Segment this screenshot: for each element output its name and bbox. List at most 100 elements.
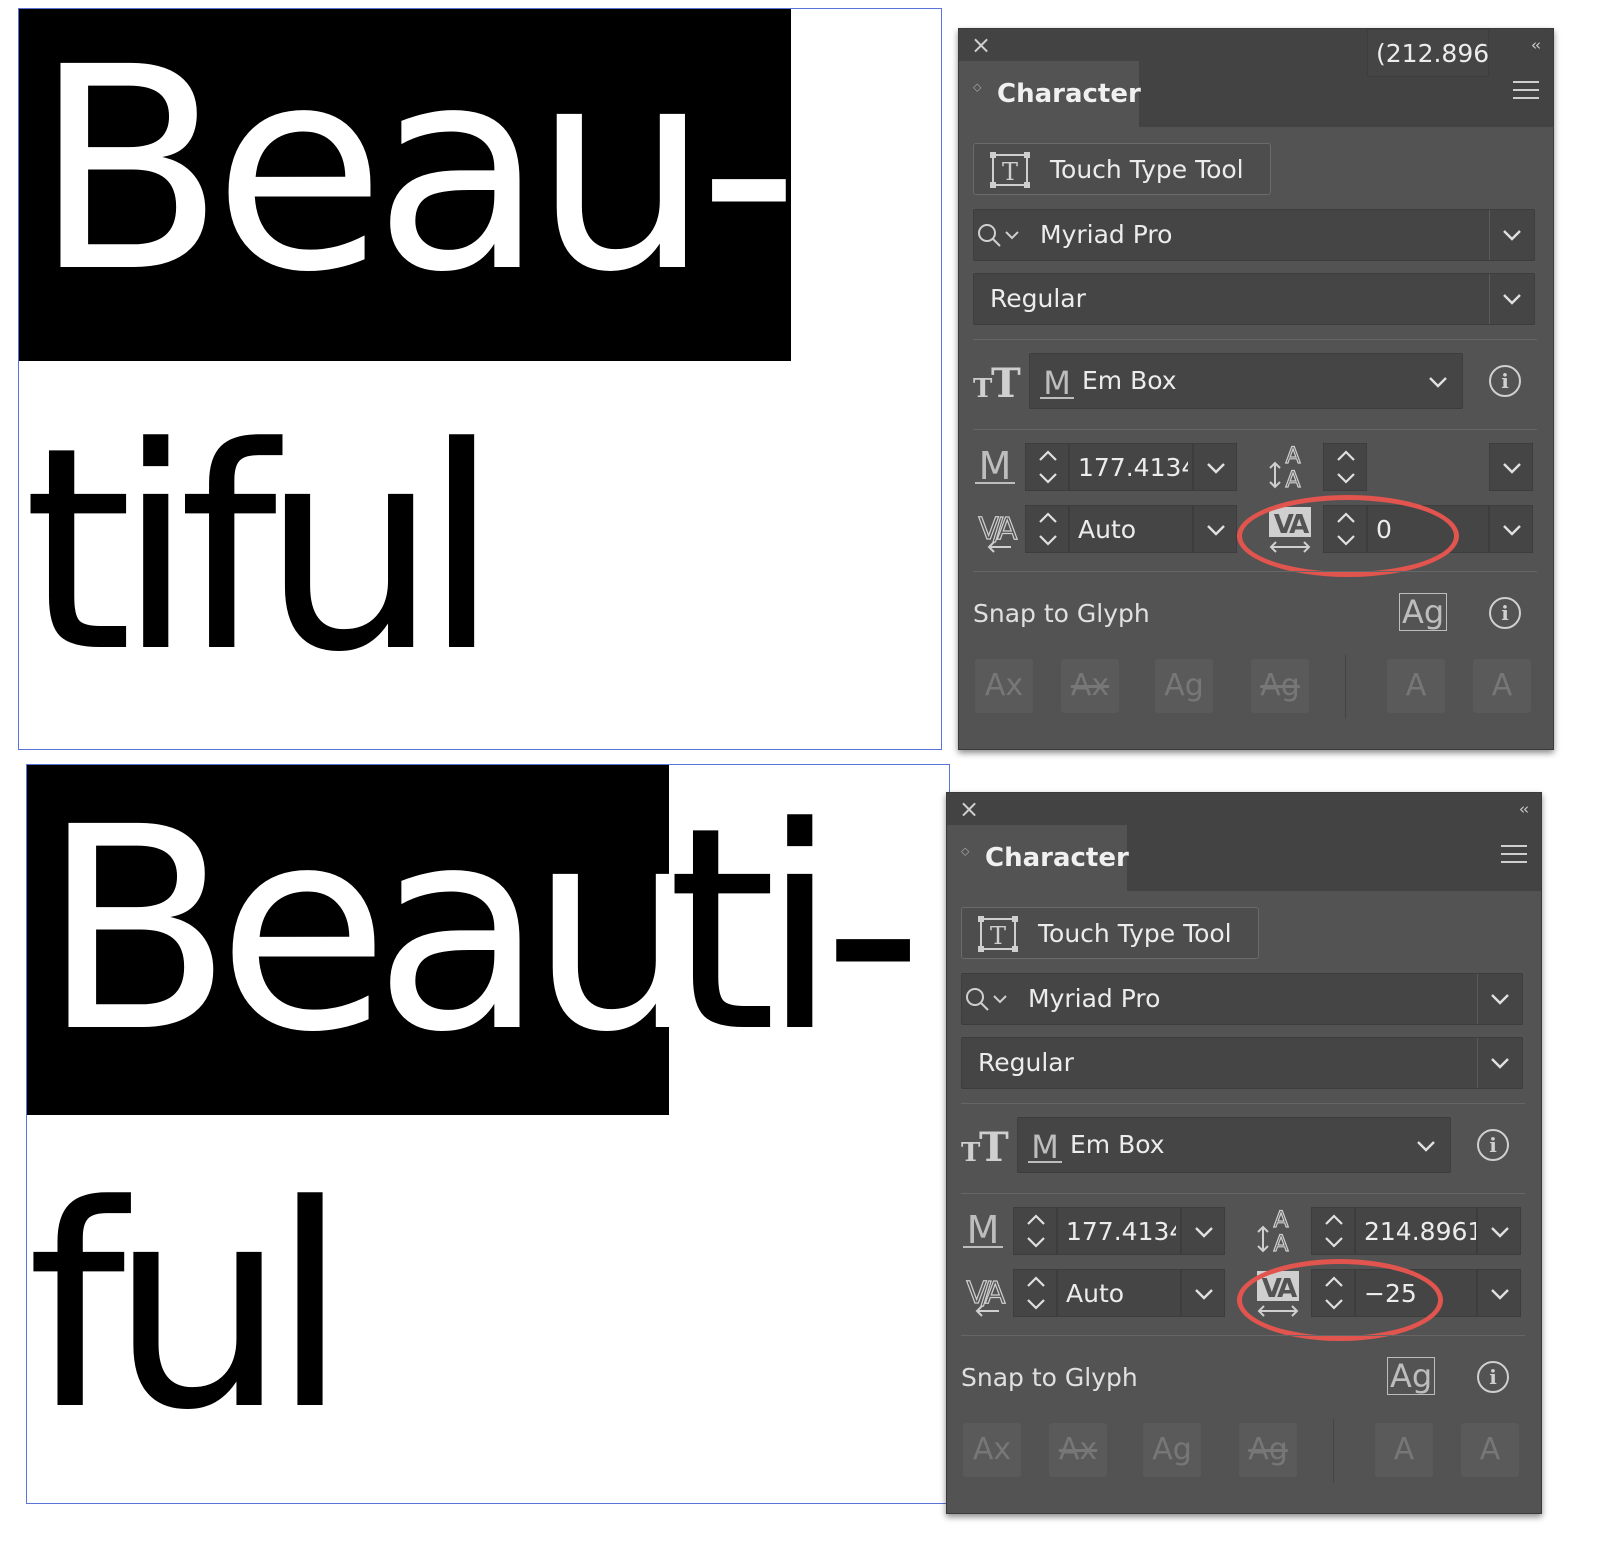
divider [973, 429, 1537, 430]
alignment-value: Em Box [1070, 1130, 1165, 1159]
kerning-stepper[interactable] [1013, 1269, 1057, 1317]
svg-text:T: T [961, 1138, 981, 1165]
stepper-down-icon [1027, 1299, 1045, 1310]
info-icon[interactable]: i [1477, 1129, 1509, 1161]
chevron-down-icon [1195, 1289, 1213, 1300]
em-box-icon: M [1028, 1128, 1062, 1164]
collapse-icon[interactable]: ‹‹ [1519, 793, 1529, 825]
glyph-bounds-button[interactable]: Ag [1155, 659, 1213, 713]
baseline-glyph-button[interactable]: Ax [963, 1423, 1021, 1477]
tracking-dropdown[interactable] [1489, 505, 1533, 553]
leading-dropdown[interactable] [1477, 1207, 1521, 1255]
font-size-stepper[interactable] [1013, 1207, 1057, 1255]
font-family-dropdown[interactable] [1477, 974, 1522, 1024]
text-line-1-rest[interactable]: ti- [667, 791, 924, 1071]
kerning-input[interactable]: Auto [1057, 1269, 1181, 1317]
close-icon[interactable]: × [971, 29, 999, 61]
info-icon[interactable]: i [1477, 1361, 1509, 1393]
tab-arrows-icon: ⬦ [961, 844, 970, 858]
chevron-down-icon [1491, 1227, 1509, 1238]
font-size-stepper[interactable] [1025, 443, 1069, 491]
proximity-guides-button[interactable]: Ag [1251, 659, 1309, 713]
kerning-input[interactable]: Auto [1069, 505, 1193, 553]
font-style-dropdown[interactable] [1477, 1038, 1522, 1088]
panel-menu-icon[interactable] [1513, 81, 1539, 101]
stepper-down-icon [1325, 1237, 1343, 1248]
leading-stepper[interactable] [1323, 443, 1367, 491]
chevron-down-icon[interactable] [1416, 1140, 1436, 1152]
font-size-value: 177.4134 [1066, 1217, 1176, 1246]
font-style-dropdown[interactable] [1489, 274, 1534, 324]
snap-glyph-icon[interactable]: Ag [1387, 1357, 1436, 1395]
font-family-value: Myriad Pro [1040, 220, 1173, 249]
touch-type-tool-button[interactable]: T Touch Type Tool [961, 907, 1259, 959]
angular-guides-button[interactable]: A [1375, 1423, 1433, 1477]
tab-label: Character [997, 79, 1141, 109]
font-style-field[interactable]: Regular [973, 273, 1535, 325]
stepper-down-icon [1027, 1237, 1045, 1248]
svg-text:T: T [973, 374, 993, 401]
font-size-type-icon: T T [961, 1125, 1009, 1165]
panel-titlebar: × ‹‹ [947, 793, 1541, 825]
tracking-dropdown[interactable] [1477, 1269, 1521, 1317]
snap-to-glyph-label: Snap to Glyph [973, 599, 1150, 628]
leading-stepper[interactable] [1311, 1207, 1355, 1255]
text-line-2[interactable]: ful [27, 1169, 349, 1449]
snap-glyph-icon[interactable]: Ag [1399, 593, 1448, 631]
svg-text:T: T [1002, 158, 1018, 186]
tab-character[interactable]: ⬦ Character [959, 61, 1141, 127]
leading-input[interactable]: 214.8961 [1355, 1207, 1477, 1255]
font-size-icon: M [963, 1209, 1003, 1251]
alignment-field[interactable]: M Em Box [1029, 353, 1463, 409]
divider [961, 1193, 1525, 1194]
touch-type-tool-button[interactable]: T Touch Type Tool [973, 143, 1271, 195]
info-icon[interactable]: i [1489, 597, 1521, 629]
font-style-value: Regular [978, 1048, 1074, 1077]
font-size-input[interactable]: 177.4134 [1069, 443, 1193, 491]
kerning-dropdown[interactable] [1181, 1269, 1225, 1317]
svg-text:A: A [1273, 1208, 1288, 1233]
angular-guides-button[interactable]: A [1387, 659, 1445, 713]
tab-character[interactable]: ⬦ Character [947, 825, 1129, 891]
kerning-stepper[interactable] [1025, 505, 1069, 553]
font-family-field[interactable]: Myriad Pro [961, 973, 1523, 1025]
kerning-icon: V/A [978, 511, 1019, 553]
tab-label: Character [985, 843, 1129, 873]
anchor-point-button[interactable]: A [1461, 1423, 1519, 1477]
leading-icon: A A [1257, 1207, 1289, 1255]
baseline-glyph-button[interactable]: Ax [975, 659, 1033, 713]
stepper-up-icon [1027, 1214, 1045, 1225]
search-icon [966, 988, 1007, 1011]
leading-dropdown[interactable] [1489, 443, 1533, 491]
x-height-glyph-button[interactable]: Ax [1061, 659, 1119, 713]
proximity-guides-button[interactable]: Ag [1239, 1423, 1297, 1477]
text-line-2[interactable]: tiful [23, 411, 500, 691]
text-line-1[interactable]: Beau- [33, 31, 799, 311]
font-style-field[interactable]: Regular [961, 1037, 1523, 1089]
divider [961, 1335, 1525, 1336]
alignment-field[interactable]: M Em Box [1017, 1117, 1451, 1173]
kerning-dropdown[interactable] [1193, 505, 1237, 553]
svg-text:A: A [1273, 1232, 1288, 1255]
svg-text:M: M [1031, 1128, 1059, 1164]
close-icon[interactable]: × [959, 793, 987, 825]
info-icon[interactable]: i [1489, 365, 1521, 397]
font-family-dropdown[interactable] [1489, 210, 1534, 260]
x-height-glyph-button[interactable]: Ax [1049, 1423, 1107, 1477]
font-size-dropdown[interactable] [1193, 443, 1237, 491]
stepper-up-icon [1027, 1276, 1045, 1287]
chevron-down-icon [1207, 463, 1225, 474]
svg-text:T: T [979, 1125, 1009, 1165]
divider [1333, 1419, 1334, 1483]
collapse-icon[interactable]: ‹‹ [1531, 29, 1541, 61]
anchor-point-button[interactable]: A [1473, 659, 1531, 713]
font-size-input[interactable]: 177.4134 [1057, 1207, 1181, 1255]
glyph-bounds-button[interactable]: Ag [1143, 1423, 1201, 1477]
font-size-dropdown[interactable] [1181, 1207, 1225, 1255]
text-line-1-selected[interactable]: Beau [41, 791, 706, 1071]
chevron-down-icon[interactable] [1428, 376, 1448, 388]
font-family-field[interactable]: Myriad Pro [973, 209, 1535, 261]
panel-menu-icon[interactable] [1501, 845, 1527, 865]
divider [973, 571, 1537, 572]
leading-input[interactable]: (212.896 [1367, 29, 1489, 77]
